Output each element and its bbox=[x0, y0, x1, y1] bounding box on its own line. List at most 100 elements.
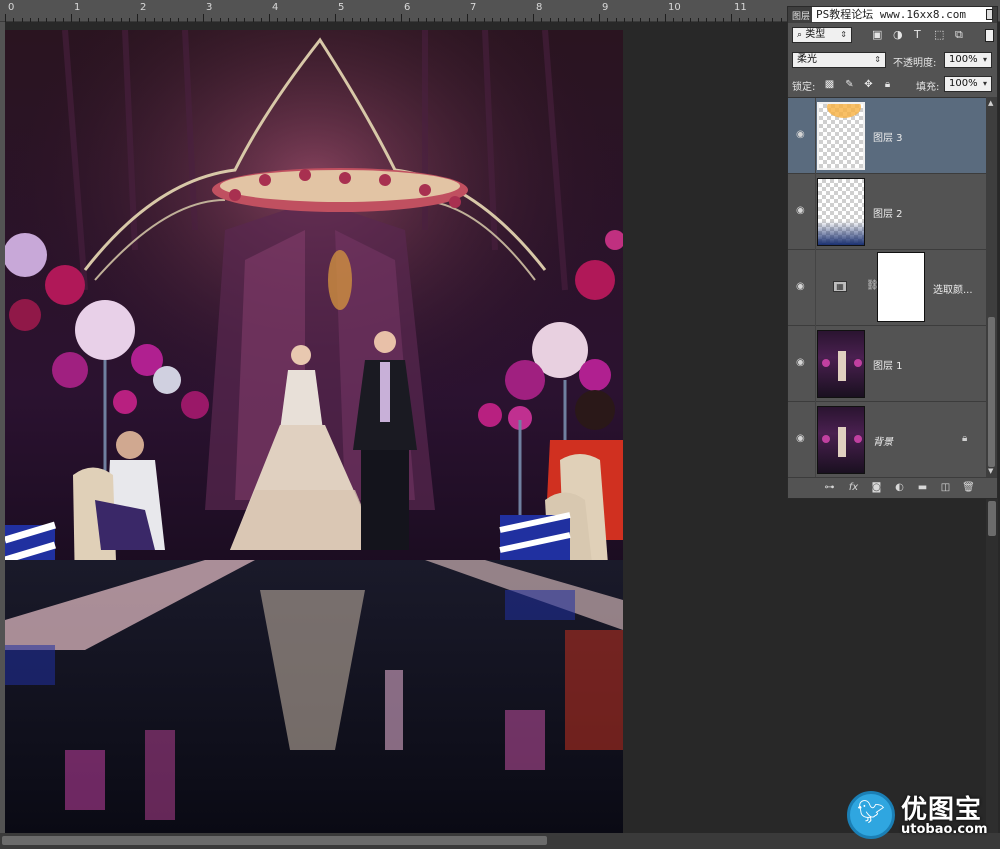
ruler-major-tick bbox=[269, 14, 270, 22]
ruler-number: 5 bbox=[338, 2, 345, 13]
panel-menu-icon[interactable] bbox=[986, 9, 993, 20]
ruler-major-tick bbox=[5, 14, 6, 22]
visibility-cell[interactable]: ◉ bbox=[788, 174, 816, 250]
link-layers-icon[interactable]: ⊶ bbox=[822, 481, 837, 495]
visibility-cell[interactable]: ◉ bbox=[788, 326, 816, 402]
horizontal-scroll-thumb[interactable] bbox=[2, 836, 547, 845]
ruler-major-tick bbox=[71, 14, 72, 22]
delete-icon[interactable]: 🗑︎ bbox=[961, 481, 976, 495]
scroll-down-icon[interactable]: ▼ bbox=[988, 467, 993, 475]
layer-thumbnail[interactable] bbox=[817, 406, 865, 474]
layers-list: ◉ 图层 3 ◉ 图层 2 ◉ ▦ ⛓ 选取颜... ◉ 图层 1 ◉ 背景 🔒… bbox=[788, 97, 986, 478]
fill-input[interactable]: 100% ▾ bbox=[944, 76, 992, 92]
logo-chinese-text: 优图宝 bbox=[901, 795, 983, 825]
eye-icon[interactable]: ◉ bbox=[796, 358, 808, 368]
filter-row: ⌕ 类型 ⇕ ▣ ◑ T ⬚ ⧉ bbox=[788, 24, 997, 48]
ruler-major-tick bbox=[467, 14, 468, 22]
eye-icon[interactable]: ◉ bbox=[796, 434, 808, 444]
selective-color-adjustment-icon[interactable]: ▦ bbox=[833, 281, 847, 292]
image-filter-icon[interactable]: ▣ bbox=[872, 28, 882, 41]
lock-pixels-icon[interactable]: ✎ bbox=[843, 78, 856, 91]
chevron-updown-icon: ⇕ bbox=[874, 55, 881, 64]
ruler-number: 3 bbox=[206, 2, 213, 13]
ruler-major-tick bbox=[335, 14, 336, 22]
layer-thumbnail[interactable] bbox=[817, 102, 865, 170]
ruler-number: 11 bbox=[734, 2, 747, 13]
layer-name[interactable]: 选取颜... bbox=[933, 281, 973, 296]
vertical-scroll-thumb[interactable] bbox=[988, 501, 996, 536]
utobao-logo: 🐦︎ 优图宝 utobao.com bbox=[845, 789, 1000, 841]
ruler-number: 10 bbox=[668, 2, 681, 13]
lock-row: 锁定: ▩ ✎ ✥ 🔒︎ 填充: 100% ▾ bbox=[788, 72, 997, 96]
lock-position-icon[interactable]: ✥ bbox=[862, 78, 875, 91]
ruler-major-tick bbox=[665, 14, 666, 22]
layer-name[interactable]: 图层 3 bbox=[873, 129, 903, 144]
fx-icon[interactable]: fx bbox=[846, 481, 861, 495]
ruler-major-tick bbox=[203, 14, 204, 22]
layers-panel-footer: ⊶ fx ◙ ◐ ▬ ◫ 🗑︎ bbox=[788, 477, 997, 498]
eye-icon[interactable]: ◉ bbox=[796, 282, 808, 292]
ruler-number: 6 bbox=[404, 2, 411, 13]
photoshop-window: 0 1 2 3 4 5 6 7 8 9 10 11 图层 PS教程论坛 www.… bbox=[0, 0, 1000, 849]
layer-row-layer-3[interactable]: ◉ 图层 3 bbox=[788, 98, 986, 174]
vertical-scrollbar[interactable] bbox=[986, 498, 998, 833]
ruler-number: 1 bbox=[74, 2, 81, 13]
layer-thumbnail[interactable] bbox=[817, 330, 865, 398]
layer-thumbnail[interactable] bbox=[817, 178, 865, 246]
ruler-number: 2 bbox=[140, 2, 147, 13]
opacity-input[interactable]: 100% ▾ bbox=[944, 52, 992, 68]
layers-scroll-thumb[interactable] bbox=[988, 317, 995, 467]
new-group-icon[interactable]: ▬ bbox=[915, 481, 930, 495]
chevron-updown-icon: ⇕ bbox=[840, 30, 847, 39]
layer-name[interactable]: 图层 2 bbox=[873, 205, 903, 220]
new-layer-icon[interactable]: ◫ bbox=[938, 481, 953, 495]
filter-toggle[interactable] bbox=[985, 29, 994, 42]
type-filter-icon[interactable]: T bbox=[914, 28, 921, 41]
eye-icon[interactable]: ◉ bbox=[796, 130, 808, 140]
fill-label: 填充: bbox=[916, 82, 940, 93]
smart-object-filter-icon[interactable]: ⧉ bbox=[955, 28, 963, 42]
wedding-photo[interactable] bbox=[5, 30, 623, 836]
visibility-cell[interactable]: ◉ bbox=[788, 402, 816, 478]
chevron-down-icon: ▾ bbox=[982, 55, 987, 64]
layer-row-layer-1[interactable]: ◉ 图层 1 bbox=[788, 326, 986, 402]
add-mask-icon[interactable]: ◙ bbox=[869, 481, 884, 495]
lock-transparency-icon[interactable]: ▩ bbox=[823, 78, 836, 91]
visibility-cell[interactable]: ◉ bbox=[788, 98, 816, 174]
filter-kind-select[interactable]: ⌕ 类型 ⇕ bbox=[792, 27, 852, 43]
ruler-major-tick bbox=[401, 14, 402, 22]
watermark-banner: PS教程论坛 www.16xx8.com bbox=[812, 7, 992, 22]
ruler-number: 4 bbox=[272, 2, 279, 13]
layer-name[interactable]: 图层 1 bbox=[873, 357, 903, 372]
visibility-cell[interactable]: ◉ bbox=[788, 250, 816, 326]
bird-icon: 🐦︎ bbox=[857, 800, 885, 825]
lock-icon: 🔒︎ bbox=[962, 433, 968, 444]
layers-scrollbar[interactable]: ▲ ▼ bbox=[986, 97, 997, 477]
ruler-number: 0 bbox=[8, 2, 15, 13]
blend-mode-select[interactable]: 柔光 ⇕ bbox=[792, 52, 886, 68]
scroll-up-icon[interactable]: ▲ bbox=[988, 99, 993, 107]
adjustment-filter-icon[interactable]: ◑ bbox=[893, 28, 903, 41]
new-adjustment-icon[interactable]: ◐ bbox=[892, 481, 907, 495]
layer-mask-thumbnail[interactable] bbox=[877, 252, 925, 322]
eye-icon[interactable]: ◉ bbox=[796, 206, 808, 216]
layer-name[interactable]: 背景 bbox=[873, 433, 893, 448]
ruler-major-tick bbox=[599, 14, 600, 22]
logo-english-text: utobao.com bbox=[901, 822, 988, 837]
lock-label: 锁定: bbox=[792, 82, 816, 93]
opacity-label: 不透明度: bbox=[893, 58, 937, 69]
layers-panel: 图层 PS教程论坛 www.16xx8.com ⌕ 类型 ⇕ ▣ ◑ T ⬚ ⧉… bbox=[787, 6, 998, 499]
layer-row-selective-color[interactable]: ◉ ▦ ⛓ 选取颜... bbox=[788, 250, 986, 326]
shape-filter-icon[interactable]: ⬚ bbox=[934, 28, 944, 41]
ruler-number: 8 bbox=[536, 2, 543, 13]
ruler-major-tick bbox=[533, 14, 534, 22]
ruler-number: 9 bbox=[602, 2, 609, 13]
panel-tab-bar: 图层 PS教程论坛 www.16xx8.com bbox=[788, 7, 997, 23]
layer-row-layer-2[interactable]: ◉ 图层 2 bbox=[788, 174, 986, 250]
blend-row: 柔光 ⇕ 不透明度: 100% ▾ bbox=[788, 48, 997, 72]
tab-layers[interactable]: 图层 bbox=[792, 9, 810, 22]
layer-row-background[interactable]: ◉ 背景 🔒︎ bbox=[788, 402, 986, 478]
ruler-number: 7 bbox=[470, 2, 477, 13]
lock-all-icon[interactable]: 🔒︎ bbox=[881, 78, 894, 91]
ruler-major-tick bbox=[731, 14, 732, 22]
